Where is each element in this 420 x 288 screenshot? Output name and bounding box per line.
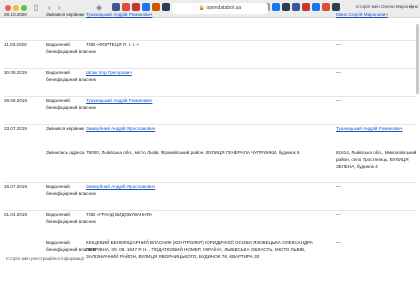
url-text: opendatabot.ua — [206, 5, 242, 11]
sidebar-icon[interactable]: ▯ — [34, 2, 38, 14]
favicon-icon[interactable] — [272, 3, 280, 11]
old-value: — — [336, 70, 341, 75]
change-date: 28.10.2020 — [4, 12, 27, 17]
change-date: 30.08.2019 — [4, 70, 27, 75]
change-date: 29.08.2019 — [4, 98, 27, 103]
row-divider — [4, 210, 416, 211]
old-value: — — [336, 42, 341, 47]
maximize-window-button[interactable] — [21, 5, 27, 11]
favicon-icon[interactable] — [292, 3, 300, 11]
favicon-icon[interactable] — [132, 3, 140, 11]
change-date: 01.04.2019 — [4, 212, 27, 217]
new-value[interactable]: Тушницький Андрій Романович — [86, 12, 334, 19]
new-tab-icon[interactable]: + — [409, 2, 414, 12]
new-value: КІНЦЕВИЙ БЕНЕФІЦІАРНИЙ ВЛАСНИК (КОНТРОЛЕ… — [86, 240, 313, 259]
change-history-table: 28.10.2020 Змінився керівник Тушницький Ан… — [0, 12, 420, 288]
new-value[interactable]: Замербний Андрій Ярославович — [86, 126, 334, 133]
new-value[interactable]: Шпак Ігор Григорович — [86, 70, 334, 77]
row-divider — [4, 96, 416, 97]
old-value: — — [336, 240, 341, 245]
row-divider — [4, 124, 416, 125]
new-value[interactable]: Замербний Андрій Ярославович — [86, 184, 334, 191]
close-window-button[interactable] — [5, 5, 11, 11]
minimize-window-button[interactable] — [13, 5, 19, 11]
change-date: 23.07.2019 — [4, 126, 27, 131]
favicon-icon[interactable] — [142, 3, 150, 11]
new-value: ТОВ «ФОРТЕЦЯ П. І. І. » — [86, 42, 139, 47]
favicon-icon[interactable] — [122, 3, 130, 11]
favicon-icon[interactable] — [112, 3, 120, 11]
favicon-icon[interactable] — [332, 3, 340, 11]
old-value[interactable]: Тушницький Андрій Романович — [336, 126, 418, 133]
new-value[interactable]: Тушницький Андрій Романович — [86, 98, 334, 105]
old-value[interactable]: Мано Сергій Миронович — [336, 12, 418, 19]
favicon-icon[interactable] — [162, 3, 170, 11]
favicon-icon[interactable] — [302, 3, 310, 11]
change-date: 11.03.2020 — [4, 42, 27, 47]
footer-text: Історія змін реєстраційної інформації — [6, 256, 84, 261]
old-value: — — [336, 184, 341, 189]
old-value: 81614, Львівська обл., Миколаївський рай… — [336, 150, 417, 169]
favicon-icon[interactable] — [152, 3, 160, 11]
old-value: — — [336, 212, 341, 217]
new-value: 79000, Львівська обл., місто Львів, Фран… — [86, 150, 300, 155]
row-divider — [4, 40, 416, 41]
new-value: ТОВ «ГРАНД ВИДОБУВАННЯ» — [86, 212, 153, 217]
scrollbar[interactable] — [416, 24, 419, 94]
change-date: 16.07.2019 — [4, 184, 27, 189]
row-divider — [4, 182, 416, 183]
favicon-icon[interactable] — [312, 3, 320, 11]
favicon-icon[interactable] — [322, 3, 330, 11]
old-value: — — [336, 98, 341, 103]
row-divider — [4, 68, 416, 69]
favicon-icon[interactable] — [282, 3, 290, 11]
